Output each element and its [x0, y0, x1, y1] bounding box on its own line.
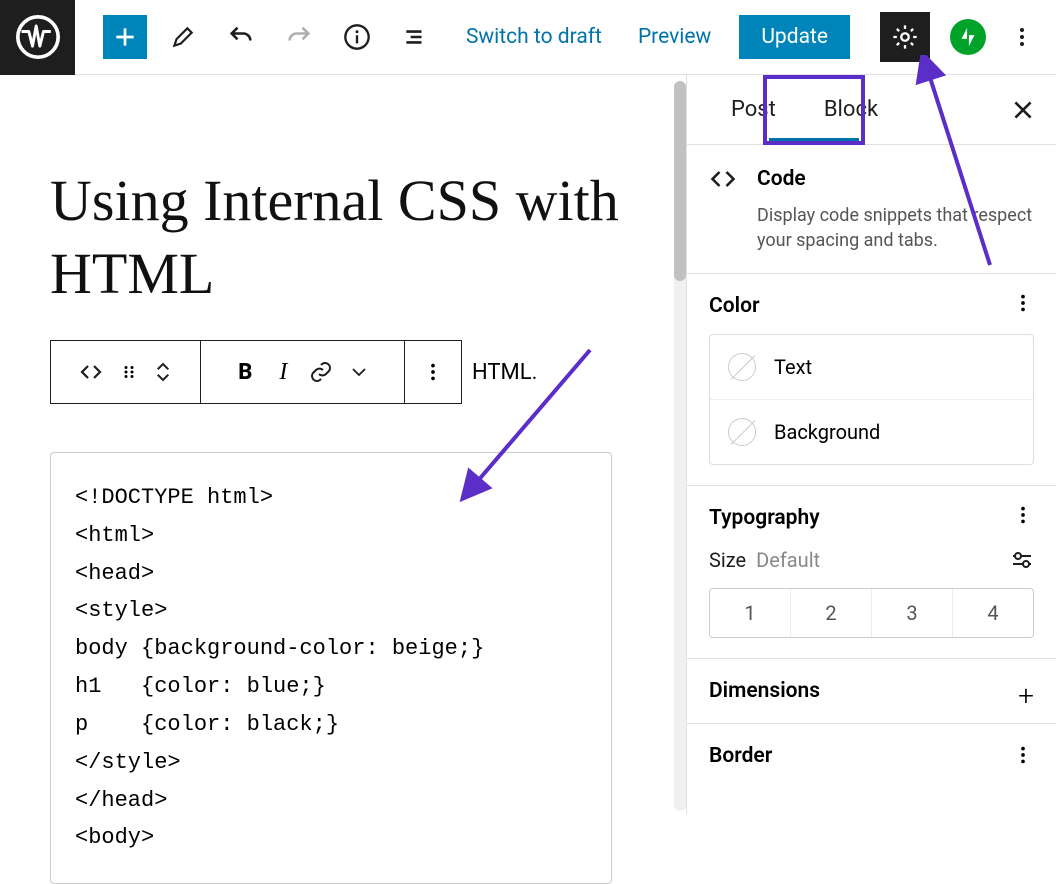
custom-size-button[interactable]: [1010, 548, 1034, 572]
preview-link[interactable]: Preview: [620, 25, 729, 49]
scrollbar[interactable]: [674, 81, 686, 811]
undo-button[interactable]: [219, 15, 263, 59]
settings-button[interactable]: [880, 12, 930, 62]
toolbar-tools: [161, 15, 437, 59]
sliders-icon: [1010, 548, 1034, 572]
more-vertical-icon: [1010, 25, 1034, 49]
code-icon: [79, 360, 103, 384]
chevron-up-icon: [155, 361, 171, 371]
border-panel[interactable]: Border: [687, 724, 1056, 788]
drag-handle-icon[interactable]: [117, 360, 141, 384]
more-formatting[interactable]: [347, 360, 371, 384]
border-options[interactable]: [1012, 744, 1034, 766]
add-block-button[interactable]: [103, 15, 147, 59]
color-title: Color: [709, 294, 1034, 318]
settings-sidebar: Post Block Code Display code snippets th…: [686, 75, 1056, 814]
code-block[interactable]: <!DOCTYPE html> <html> <head> <style> bo…: [50, 452, 612, 884]
jetpack-button[interactable]: [950, 19, 986, 55]
editor-canvas: Using Internal CSS with HTML B I: [0, 75, 674, 814]
more-vertical-icon: [422, 361, 444, 383]
link-button[interactable]: [309, 360, 333, 384]
size-presets: 1 2 3 4: [709, 588, 1034, 638]
color-options[interactable]: [1012, 292, 1034, 314]
no-color-swatch: [728, 418, 756, 446]
size-4[interactable]: 4: [953, 589, 1033, 637]
color-panel: Color Text Background: [687, 274, 1056, 486]
list-outline-icon: [402, 24, 428, 50]
update-button[interactable]: Update: [739, 15, 850, 59]
block-type-name: Code: [757, 167, 806, 191]
details-button[interactable]: [335, 15, 379, 59]
redo-button[interactable]: [277, 15, 321, 59]
toolbar-block-type[interactable]: [51, 341, 201, 403]
code-content[interactable]: <!DOCTYPE html> <html> <head> <style> bo…: [75, 479, 587, 857]
typography-title: Typography: [709, 506, 1034, 530]
info-icon: [343, 23, 371, 51]
add-dimension[interactable]: +: [1018, 679, 1034, 712]
post-title[interactable]: Using Internal CSS with HTML: [50, 165, 624, 310]
pencil-icon: [170, 24, 196, 50]
tools-button[interactable]: [161, 15, 205, 59]
gear-icon: [891, 23, 919, 51]
background-color-row[interactable]: Background: [710, 400, 1033, 464]
block-info-panel: Code Display code snippets that respect …: [687, 145, 1056, 274]
trailing-text: HTML.: [472, 360, 537, 385]
tab-post[interactable]: Post: [707, 75, 800, 145]
toolbar-formatting: B I: [201, 341, 405, 403]
block-toolbar: B I: [50, 340, 462, 404]
bold-button[interactable]: B: [233, 360, 257, 384]
scrollbar-thumb[interactable]: [674, 81, 686, 281]
dimensions-panel[interactable]: Dimensions +: [687, 659, 1056, 724]
text-color-label: Text: [774, 355, 812, 379]
size-2[interactable]: 2: [791, 589, 872, 637]
active-tab-underline: [769, 138, 859, 144]
close-icon: [1010, 97, 1036, 123]
outline-button[interactable]: [393, 15, 437, 59]
size-3[interactable]: 3: [872, 589, 953, 637]
switch-to-draft-link[interactable]: Switch to draft: [448, 25, 620, 49]
size-1[interactable]: 1: [710, 589, 791, 637]
italic-button[interactable]: I: [271, 360, 295, 384]
undo-icon: [227, 23, 255, 51]
wordpress-logo[interactable]: [0, 0, 75, 75]
sidebar-tabs: Post Block: [687, 75, 1056, 145]
toolbar-more[interactable]: [405, 341, 461, 403]
close-sidebar-button[interactable]: [1010, 97, 1036, 123]
dimensions-title: Dimensions: [709, 679, 1034, 703]
more-vertical-icon: [1012, 504, 1034, 526]
size-label: Size: [709, 548, 746, 572]
size-default: Default: [756, 548, 820, 572]
wordpress-icon: [16, 15, 60, 59]
no-color-swatch: [728, 353, 756, 381]
chevron-down-icon: [155, 373, 171, 383]
typography-options[interactable]: [1012, 504, 1034, 526]
editor-topbar: Switch to draft Preview Update: [0, 0, 1056, 75]
border-title: Border: [709, 744, 1034, 768]
editor-main: Using Internal CSS with HTML B I: [0, 75, 1056, 814]
options-button[interactable]: [1000, 15, 1044, 59]
text-color-row[interactable]: Text: [710, 335, 1033, 400]
block-type-desc: Display code snippets that respect your …: [757, 203, 1034, 253]
typography-panel: Typography Size Default 1 2 3 4: [687, 486, 1056, 659]
move-updown[interactable]: [155, 361, 171, 383]
code-icon: [709, 165, 739, 193]
redo-icon: [285, 23, 313, 51]
more-vertical-icon: [1012, 292, 1034, 314]
tab-block[interactable]: Block: [800, 75, 902, 145]
background-color-label: Background: [774, 420, 880, 444]
jetpack-icon: [957, 26, 979, 48]
more-vertical-icon: [1012, 744, 1034, 766]
plus-icon: [112, 24, 138, 50]
